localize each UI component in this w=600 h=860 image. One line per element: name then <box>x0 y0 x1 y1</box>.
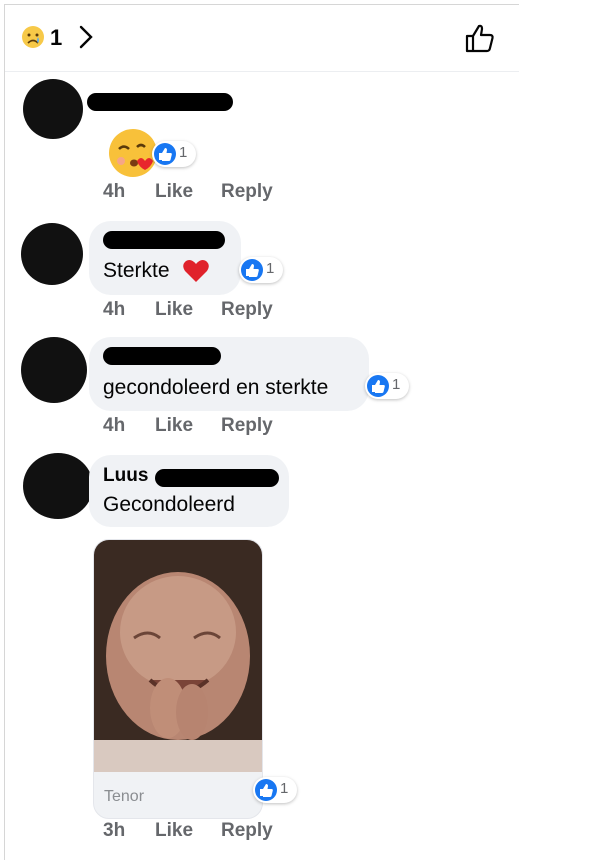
like-count-badge[interactable]: 1 <box>152 141 196 167</box>
red-heart-emoji <box>183 260 209 282</box>
comment-time[interactable]: 4h <box>103 181 125 203</box>
comment-time[interactable]: 4h <box>103 299 125 321</box>
redacted-name <box>87 93 233 111</box>
sad-face-icon[interactable] <box>21 25 45 49</box>
comment-text: Sterkte <box>103 259 170 282</box>
like-count-badge[interactable]: 1 <box>239 257 283 283</box>
avatar[interactable] <box>21 223 83 285</box>
like-icon <box>154 143 176 165</box>
reaction-count[interactable]: 1 <box>50 25 62 51</box>
like-count-badge[interactable]: 1 <box>365 373 409 399</box>
comment-text: Gecondoleerd <box>103 493 235 516</box>
like-icon <box>255 779 277 801</box>
reply-button[interactable]: Reply <box>221 181 273 203</box>
like-button[interactable]: Like <box>155 299 193 321</box>
comment-text: gecondoleerd en sterkte <box>103 376 329 399</box>
comment-time[interactable]: 4h <box>103 415 125 437</box>
avatar[interactable] <box>23 453 93 519</box>
commenter-name[interactable]: Luus <box>103 465 148 487</box>
redacted-name <box>155 469 279 487</box>
reply-button[interactable]: Reply <box>221 299 273 321</box>
reactions-header: 1 <box>5 5 519 72</box>
like-button[interactable]: Like <box>155 181 193 203</box>
redacted-name <box>103 347 221 365</box>
avatar[interactable] <box>21 337 87 403</box>
thumbs-up-icon[interactable] <box>463 21 497 55</box>
gif-image <box>94 540 262 772</box>
redacted-name <box>103 231 225 249</box>
gif-source-label: Tenor <box>104 788 145 805</box>
like-icon <box>241 259 263 281</box>
like-button[interactable]: Like <box>155 820 193 842</box>
reply-button[interactable]: Reply <box>221 415 273 437</box>
like-icon <box>367 375 389 397</box>
like-button[interactable]: Like <box>155 415 193 437</box>
avatar[interactable] <box>23 79 83 139</box>
comment-time[interactable]: 3h <box>103 820 125 842</box>
comment-panel: 1 1 4h Like Reply Sterkte 1 4h Like Repl… <box>4 4 519 860</box>
chevron-right-icon[interactable] <box>75 23 97 51</box>
reply-button[interactable]: Reply <box>221 820 273 842</box>
gif-attachment[interactable]: Tenor <box>93 539 263 819</box>
like-count-badge[interactable]: 1 <box>253 777 297 803</box>
